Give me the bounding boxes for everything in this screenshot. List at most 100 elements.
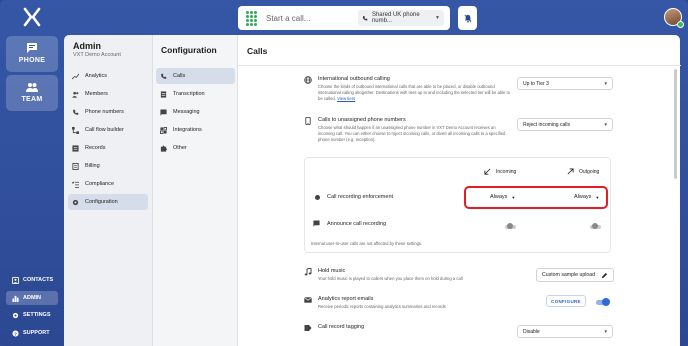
music-note-icon bbox=[304, 268, 312, 276]
config-item-calls[interactable]: Calls bbox=[156, 68, 235, 84]
admin-item-records[interactable]: Records bbox=[68, 140, 148, 156]
phone-icon bbox=[161, 73, 167, 79]
record-tagging-title: Call record tagging bbox=[318, 324, 365, 330]
international-calling-select[interactable]: Up to Tier 3 ▼ bbox=[517, 77, 613, 90]
bell-off-button[interactable] bbox=[458, 6, 477, 30]
config-item-label: Messaging bbox=[173, 109, 200, 115]
dialpad-icon[interactable] bbox=[246, 11, 257, 26]
x-logo-icon[interactable] bbox=[22, 7, 42, 27]
rail-support-label: SUPPORT bbox=[23, 330, 50, 336]
avatar[interactable] bbox=[664, 8, 684, 28]
admin-item-label: Billing bbox=[85, 163, 100, 169]
configure-button[interactable]: CONFIGURE bbox=[546, 295, 586, 307]
unassigned-numbers-title: Calls to unassigned phone numbers bbox=[318, 117, 406, 123]
unassigned-numbers-value: Reject incoming calls bbox=[523, 121, 570, 128]
document-icon bbox=[160, 90, 167, 98]
admin-item-compliance[interactable]: Compliance bbox=[68, 176, 148, 192]
admin-item-label: Call flow builder bbox=[85, 127, 124, 133]
admin-item-label: Analytics bbox=[85, 73, 108, 79]
admin-item-call-flow-builder[interactable]: Call flow builder bbox=[68, 122, 148, 138]
chevron-down-icon: ▼ bbox=[603, 329, 608, 334]
highlight-annotation bbox=[464, 186, 608, 209]
chevron-down-icon: ▼ bbox=[603, 81, 608, 86]
international-calling-desc: Choose the kinds of outbound internation… bbox=[318, 84, 512, 102]
admin-item-phone-numbers[interactable]: Phone numbers bbox=[68, 104, 148, 120]
divider bbox=[238, 65, 681, 66]
help-icon: ? bbox=[12, 329, 19, 337]
unassigned-numbers-desc: Choose what should happen if an unassign… bbox=[318, 125, 506, 142]
rail-phone-button[interactable]: PHONE bbox=[6, 36, 58, 72]
admin-item-label: Compliance bbox=[85, 181, 115, 187]
phone-number-select-label: Shared UK phone numb... bbox=[371, 12, 420, 24]
rail-contacts-label: CONTACTS bbox=[23, 277, 54, 283]
arrow-incoming-icon bbox=[484, 168, 491, 175]
mobile-phone-icon bbox=[305, 117, 311, 125]
config-item-other[interactable]: Other bbox=[156, 140, 235, 156]
billing-icon bbox=[72, 162, 79, 170]
gear-icon bbox=[12, 312, 19, 318]
page-title: Calls bbox=[247, 46, 268, 56]
hold-music-title: Hold music bbox=[318, 268, 346, 274]
svg-text:?: ? bbox=[14, 331, 17, 337]
rail-settings[interactable]: SETTINGS bbox=[6, 308, 58, 322]
outgoing-label: Outgoing bbox=[579, 168, 600, 175]
analytics-icon bbox=[72, 73, 79, 79]
record-tagging-select[interactable]: Disable ▼ bbox=[517, 325, 613, 338]
account-name: VXT Demo Account bbox=[73, 52, 121, 58]
announce-recording-title: Announce call recording bbox=[327, 221, 387, 227]
team-icon bbox=[26, 83, 38, 92]
admin-item-analytics[interactable]: Analytics bbox=[68, 68, 148, 84]
rail-support[interactable]: ? SUPPORT bbox=[6, 326, 58, 340]
start-call-bar[interactable]: Start a call... Shared UK phone numb... … bbox=[238, 6, 450, 30]
admin-title: Admin bbox=[73, 41, 101, 51]
announce-incoming-toggle[interactable] bbox=[505, 223, 516, 229]
configuration-title: Configuration bbox=[161, 45, 217, 55]
admin-item-configuration[interactable]: Configuration bbox=[68, 194, 148, 210]
unassigned-numbers-select[interactable]: Reject incoming calls ▼ bbox=[517, 118, 613, 131]
record-tagging-value: Disable bbox=[523, 328, 540, 335]
phone-icon bbox=[362, 15, 368, 20]
scrollbar[interactable] bbox=[674, 69, 677, 179]
integration-icon bbox=[160, 126, 167, 134]
analytics-emails-toggle[interactable] bbox=[596, 298, 610, 306]
rail-phone-label: PHONE bbox=[18, 57, 46, 64]
start-call-input[interactable]: Start a call... bbox=[266, 14, 358, 23]
international-calling-value: Up to Tier 3 bbox=[523, 80, 549, 87]
analytics-emails-title: Analytics report emails bbox=[318, 296, 374, 302]
tag-icon bbox=[304, 325, 312, 331]
pencil-icon bbox=[601, 272, 608, 278]
rail-team-button[interactable]: TEAM bbox=[6, 75, 58, 111]
chart-icon bbox=[12, 295, 19, 302]
admin-item-billing[interactable]: Billing bbox=[68, 158, 148, 174]
admin-item-members[interactable]: Members bbox=[68, 86, 148, 102]
custom-sample-upload-button[interactable]: Custom sample upload bbox=[536, 268, 615, 282]
members-icon bbox=[72, 91, 79, 98]
config-item-label: Transcription bbox=[173, 91, 205, 97]
rail-admin[interactable]: ADMIN bbox=[6, 291, 58, 305]
rail-team-label: TEAM bbox=[21, 96, 43, 103]
chevron-down-icon: ▼ bbox=[603, 122, 608, 127]
rail-contacts[interactable]: CONTACTS bbox=[6, 273, 58, 287]
config-item-label: Calls bbox=[173, 73, 186, 79]
analytics-emails-desc: Receive periodic reports containing anal… bbox=[318, 304, 446, 309]
announce-outgoing-toggle[interactable] bbox=[590, 223, 601, 229]
recording-note: Internal user-to-user calls are not affe… bbox=[311, 241, 423, 246]
status-online-dot bbox=[677, 21, 684, 28]
gear-icon bbox=[72, 199, 79, 205]
announcement-icon bbox=[313, 220, 320, 227]
view-tiers-link[interactable]: View tiers bbox=[337, 96, 355, 101]
hold-music-desc: Your hold music is played to callers whe… bbox=[318, 276, 463, 281]
custom-sample-upload-label: Custom sample upload bbox=[542, 272, 596, 278]
rail-settings-label: SETTINGS bbox=[23, 312, 51, 318]
incoming-label: Incoming bbox=[496, 168, 517, 175]
outgoing-column-header: Outgoing bbox=[567, 168, 599, 175]
bell-off-icon bbox=[464, 14, 471, 22]
config-item-messaging[interactable]: Messaging bbox=[156, 104, 235, 120]
records-icon bbox=[72, 144, 79, 152]
admin-item-label: Phone numbers bbox=[85, 109, 124, 115]
config-item-integrations[interactable]: Integrations bbox=[156, 122, 235, 138]
config-item-transcription[interactable]: Transcription bbox=[156, 86, 235, 102]
phone-icon bbox=[73, 109, 79, 115]
arrow-outgoing-icon bbox=[567, 168, 574, 175]
phone-number-select[interactable]: Shared UK phone numb... ▼ bbox=[358, 10, 444, 26]
